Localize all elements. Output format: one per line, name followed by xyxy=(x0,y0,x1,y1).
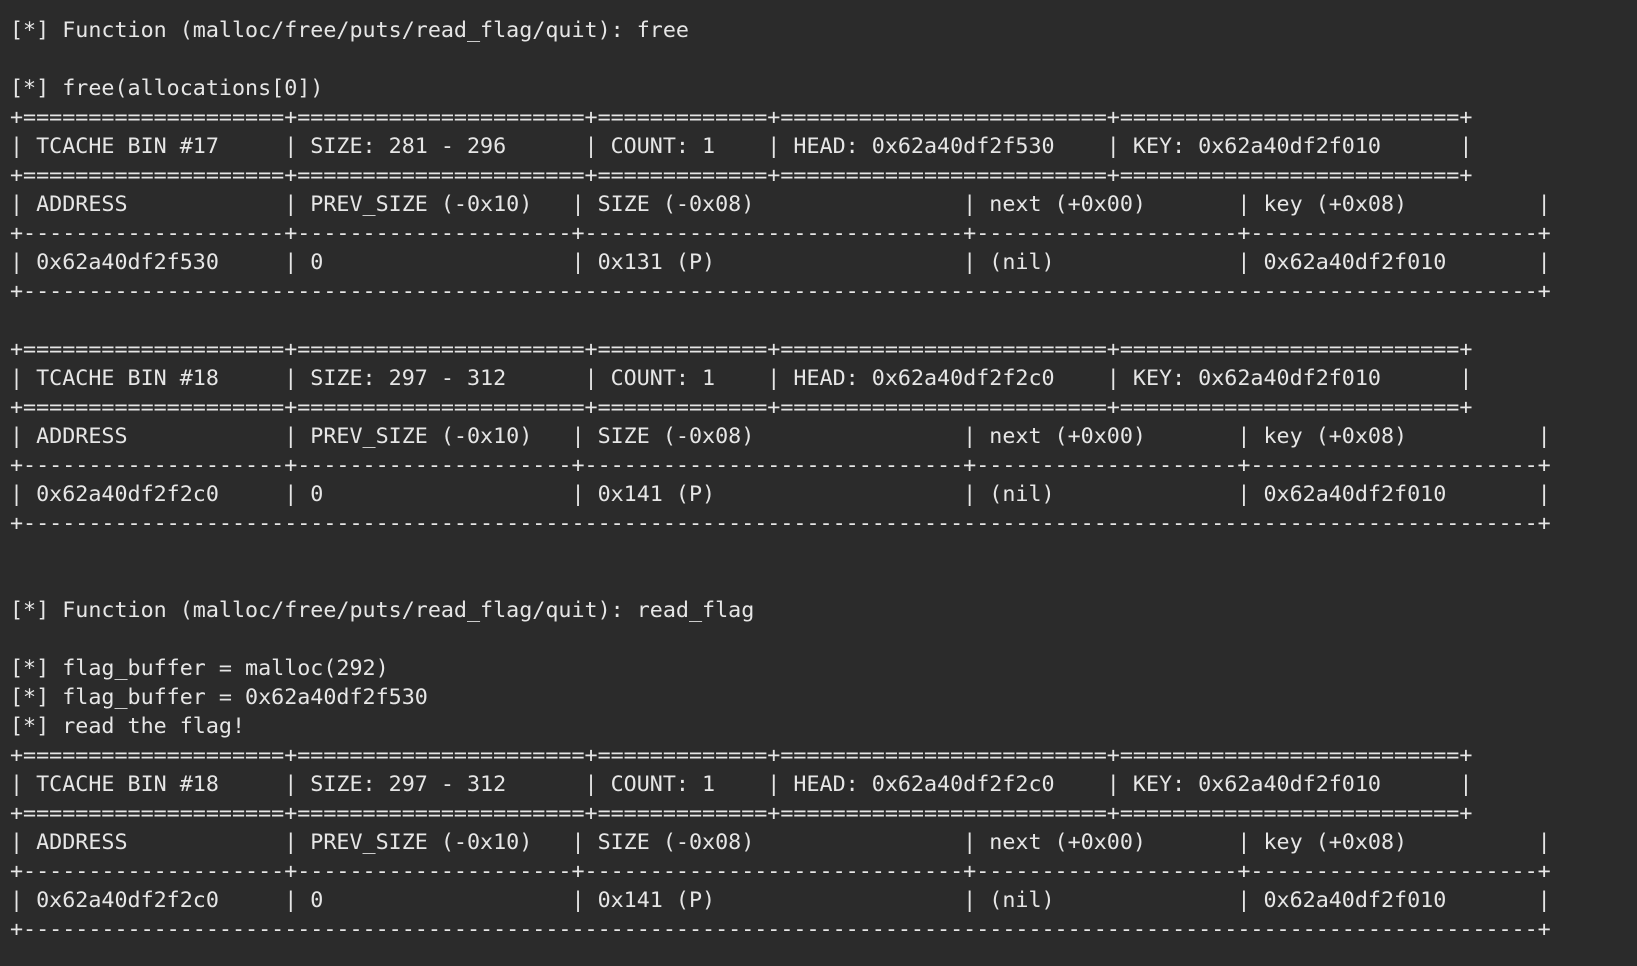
tcache-bin-header-row: | TCACHE BIN #18 | SIZE: 297 - 312 | COU… xyxy=(10,772,1473,797)
tcache-bin-header-row: | TCACHE BIN #17 | SIZE: 281 - 296 | COU… xyxy=(10,134,1473,159)
table-border-line: +====================+==================… xyxy=(10,743,1473,768)
table-border-line: +--------------------+------------------… xyxy=(10,453,1551,478)
table-column-header-row: | ADDRESS | PREV_SIZE (-0x10) | SIZE (-0… xyxy=(10,424,1551,449)
table-border-line: +====================+==================… xyxy=(10,395,1473,420)
tcache-bin-header-row: | TCACHE BIN #18 | SIZE: 297 - 312 | COU… xyxy=(10,366,1473,391)
table-column-header-row: | ADDRESS | PREV_SIZE (-0x10) | SIZE (-0… xyxy=(10,830,1551,855)
table-border-line: +---------------------------------------… xyxy=(10,279,1551,304)
status-line: [*] read the flag! xyxy=(10,714,246,739)
status-line: [*] flag_buffer = malloc(292) xyxy=(10,656,389,681)
table-column-header-row: | ADDRESS | PREV_SIZE (-0x10) | SIZE (-0… xyxy=(10,192,1551,217)
status-line: [*] free(allocations[0]) xyxy=(10,76,324,101)
table-border-line: +---------------------------------------… xyxy=(10,917,1551,942)
table-border-line: +--------------------+------------------… xyxy=(10,859,1551,884)
table-row: | 0x62a40df2f2c0 | 0 | 0x141 (P) | (nil)… xyxy=(10,888,1551,913)
table-row: | 0x62a40df2f530 | 0 | 0x131 (P) | (nil)… xyxy=(10,250,1551,275)
table-border-line: +====================+==================… xyxy=(10,337,1473,362)
terminal-output: [*] Function (malloc/free/puts/read_flag… xyxy=(0,0,1637,966)
prompt-line: [*] Function (malloc/free/puts/read_flag… xyxy=(10,18,689,43)
table-row: | 0x62a40df2f2c0 | 0 | 0x141 (P) | (nil)… xyxy=(10,482,1551,507)
status-line: [*] flag_buffer = 0x62a40df2f530 xyxy=(10,685,428,710)
prompt-line: [*] Function (malloc/free/puts/read_flag… xyxy=(10,598,755,623)
table-border-line: +====================+==================… xyxy=(10,801,1473,826)
table-border-line: +--------------------+------------------… xyxy=(10,221,1551,246)
table-border-line: +====================+==================… xyxy=(10,163,1473,188)
table-border-line: +---------------------------------------… xyxy=(10,511,1551,536)
table-border-line: +====================+==================… xyxy=(10,105,1473,130)
